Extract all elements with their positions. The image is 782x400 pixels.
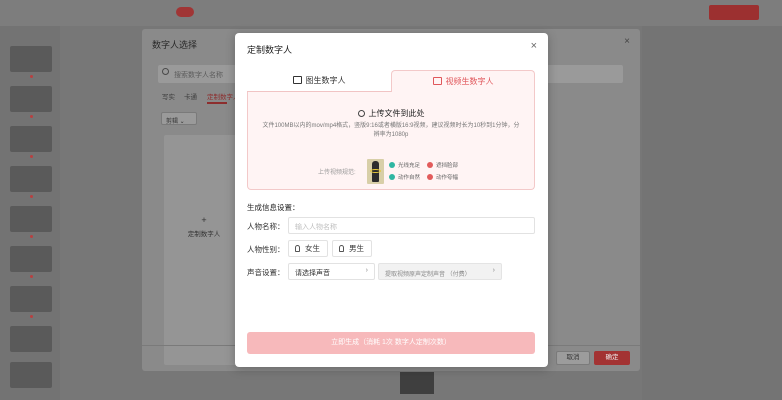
check-ok-icon bbox=[389, 174, 395, 180]
tab-image-label: 图生数字人 bbox=[305, 76, 346, 85]
background-dot bbox=[30, 235, 33, 238]
tab-video-label: 视频生数字人 bbox=[445, 77, 494, 86]
upload-title-text: 上传文件到此处 bbox=[368, 109, 425, 118]
background-thumbnail-column bbox=[0, 26, 60, 400]
check-text: 遮挡脸部 bbox=[436, 163, 459, 169]
chevron-right-icon: › bbox=[492, 267, 495, 274]
background-dot bbox=[30, 275, 33, 278]
check-good-lighting: 光线充足 bbox=[389, 161, 420, 169]
close-icon[interactable]: × bbox=[531, 40, 537, 52]
create-digital-human-card[interactable]: + 定制数字人 bbox=[164, 135, 244, 365]
plus-icon: + bbox=[201, 215, 207, 225]
name-label: 人物名称： bbox=[247, 222, 285, 231]
filter-label: 剪辑 bbox=[166, 119, 179, 125]
image-icon bbox=[292, 76, 302, 84]
background-right-panel bbox=[642, 26, 782, 400]
example-video-thumbnail bbox=[367, 159, 384, 184]
custom-voice-label: 提取视频原声定制声音 （付费） bbox=[385, 272, 471, 278]
check-bad-exaggerated-motion: 动作夸幅 bbox=[427, 173, 458, 181]
upload-icon bbox=[357, 110, 365, 117]
background-dot bbox=[30, 75, 33, 78]
background-thumbnail bbox=[10, 362, 52, 388]
generate-now-button[interactable]: 立即生成（消耗 1次 数字人定制次数） bbox=[247, 332, 535, 354]
mode-tabs: 图生数字人 视频生数字人 bbox=[247, 70, 535, 92]
background-preview-image bbox=[400, 372, 434, 394]
female-icon bbox=[295, 245, 300, 252]
create-card-label: 定制数字人 bbox=[187, 231, 221, 238]
gender-female-option[interactable]: 女生 bbox=[288, 240, 328, 257]
voice-label: 声音设置： bbox=[247, 268, 285, 277]
check-text: 动作夸幅 bbox=[436, 175, 459, 181]
confirm-button[interactable]: 确定 bbox=[594, 351, 630, 365]
background-dot bbox=[30, 195, 33, 198]
voice-select-value: 请选择声音 bbox=[295, 270, 330, 277]
character-name-input[interactable]: 输入人物名称 bbox=[288, 217, 535, 234]
background-topbar bbox=[0, 0, 782, 26]
modal-title: 定制数字人 bbox=[247, 45, 293, 55]
chevron-right-icon: › bbox=[365, 267, 368, 274]
background-thumbnail bbox=[10, 46, 52, 72]
check-text: 光线充足 bbox=[398, 163, 421, 169]
select-dialog-title: 数字人选择 bbox=[152, 40, 198, 50]
background-dot bbox=[30, 155, 33, 158]
upload-description: 文件100MB以内的mov/mp4格式，竖版9:16或者横版16:9视频，建议视… bbox=[262, 123, 520, 138]
upload-title: 上传文件到此处 bbox=[248, 108, 534, 119]
filter-dropdown[interactable]: 剪辑 ⌄ bbox=[161, 112, 197, 125]
background-thumbnail bbox=[10, 166, 52, 192]
check-good-natural-motion: 动作自然 bbox=[389, 173, 420, 181]
male-icon bbox=[339, 245, 344, 252]
tab-video-to-digital-human[interactable]: 视频生数字人 bbox=[391, 70, 535, 92]
tab-realistic[interactable]: 写实 bbox=[162, 91, 175, 101]
upload-example-label: 上传视频规范: bbox=[318, 170, 356, 176]
gender-label: 人物性别： bbox=[247, 245, 285, 254]
check-bad-icon bbox=[427, 174, 433, 180]
tab-image-to-digital-human[interactable]: 图生数字人 bbox=[247, 70, 391, 92]
cancel-button[interactable]: 取消 bbox=[556, 351, 590, 365]
tab-cartoon[interactable]: 卡通 bbox=[184, 91, 197, 101]
gender-male-option[interactable]: 男生 bbox=[332, 240, 372, 257]
check-bad-face-covered: 遮挡脸部 bbox=[427, 161, 458, 169]
background-thumbnail bbox=[10, 286, 52, 312]
active-tab-underline bbox=[207, 102, 227, 104]
extract-original-voice-button[interactable]: 提取视频原声定制声音 （付费） › bbox=[378, 263, 502, 280]
background-dot bbox=[30, 315, 33, 318]
example-ring bbox=[370, 169, 381, 173]
background-thumbnail bbox=[10, 126, 52, 152]
voice-select[interactable]: 请选择声音 › bbox=[288, 263, 375, 280]
search-icon bbox=[162, 68, 169, 75]
background-thumbnail bbox=[10, 246, 52, 272]
female-label: 女生 bbox=[305, 244, 320, 253]
background-primary-button bbox=[709, 5, 759, 20]
video-icon bbox=[432, 77, 442, 85]
select-dialog-close-icon[interactable]: × bbox=[624, 36, 630, 47]
background-thumbnail bbox=[10, 206, 52, 232]
background-dot bbox=[30, 115, 33, 118]
background-thumbnail bbox=[10, 326, 52, 352]
check-bad-icon bbox=[427, 162, 433, 168]
name-placeholder: 输入人物名称 bbox=[295, 224, 337, 231]
generation-settings-title: 生成信息设置： bbox=[247, 203, 300, 212]
male-label: 男生 bbox=[349, 244, 364, 253]
upload-dropzone[interactable]: 上传文件到此处 文件100MB以内的mov/mp4格式，竖版9:16或者横版16… bbox=[247, 92, 535, 190]
background-toggle bbox=[176, 7, 194, 17]
check-text: 动作自然 bbox=[398, 175, 421, 181]
check-ok-icon bbox=[389, 162, 395, 168]
custom-digital-human-modal: 定制数字人 × 图生数字人 视频生数字人 上传文件到此处 文件100MB以内的m… bbox=[235, 33, 548, 367]
background-thumbnail bbox=[10, 86, 52, 112]
search-placeholder: 搜索数字人名称 bbox=[174, 72, 223, 79]
